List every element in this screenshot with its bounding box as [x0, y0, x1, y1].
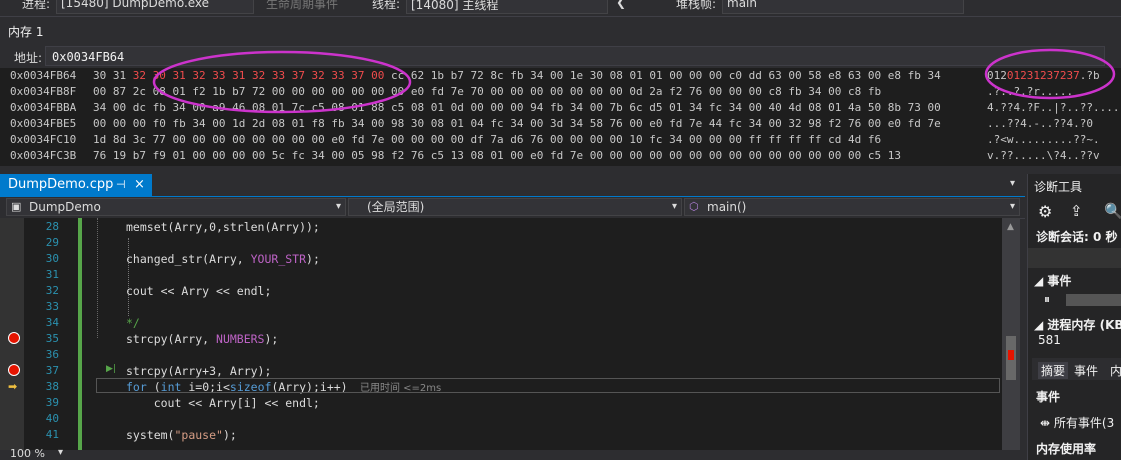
timeline-ruler: [1028, 248, 1121, 268]
events-icon: ⇼: [1040, 416, 1051, 430]
settings-icon[interactable]: ⚙: [1038, 202, 1052, 221]
current-line-highlight: [96, 378, 1000, 393]
tab-memory[interactable]: 内: [1110, 362, 1121, 379]
process-dropdown[interactable]: [15480] DumpDemo.exe: [56, 0, 254, 14]
scroll-up-icon[interactable]: ▲: [1007, 222, 1014, 232]
diagnostic-tools-title: 诊断工具: [1034, 180, 1083, 194]
events-timeline: [1066, 294, 1121, 306]
line-number: 28: [45, 220, 59, 233]
memory-usage-label: 内存使用率: [1036, 442, 1097, 456]
chevron-down-icon: ▾: [1009, 201, 1015, 212]
perf-tip: 已用时间 <=2ms: [360, 383, 442, 394]
export-icon[interactable]: ⇪: [1070, 202, 1083, 220]
memory-window-title: 内存 1: [8, 25, 44, 39]
line-number: 36: [45, 348, 59, 361]
process-label: 进程:: [22, 0, 51, 11]
stack-frame-dropdown[interactable]: main: [722, 0, 964, 14]
code-line[interactable]: cout << Arry[i] << endl;: [126, 396, 320, 410]
memory-row-bytes: 1d 8d 3c 77 00 00 00 00 00 00 00 00 e0 f…: [93, 133, 882, 146]
process-memory-header: ◢ 进程内存 (KB): [1034, 318, 1121, 332]
line-number: 32: [45, 284, 59, 297]
line-number: 34: [45, 316, 59, 329]
code-lines: 28 memset(Arry,0,strlen(Arry)); 29 30 change…: [0, 218, 1002, 450]
code-line[interactable]: strcpy(Arry+3, Arry);: [126, 364, 271, 378]
project-dropdown[interactable]: ▣ DumpDemo ▾: [6, 198, 346, 216]
document-tab-strip: DumpDemo.cpp ⊣ × ▾: [0, 174, 1025, 198]
breakpoint-marker: [1008, 350, 1014, 360]
chevron-down-icon: ▾: [335, 201, 341, 212]
thread-label: 线程:: [372, 0, 401, 11]
line-number: 37: [45, 364, 59, 377]
tab-overflow-icon[interactable]: ▾: [1010, 178, 1015, 189]
close-icon[interactable]: ×: [134, 174, 145, 196]
code-line[interactable]: changed_str(Arry, YOUR_STR);: [126, 252, 320, 266]
chevron-down-icon: ▾: [671, 201, 677, 212]
lifecycle-events-button[interactable]: 生命周期事件: [266, 0, 338, 12]
line-number: 31: [45, 268, 59, 281]
editor-status-bar: 100 % ▾: [0, 447, 1025, 460]
flag-thread-icon[interactable]: ❮: [616, 0, 626, 9]
current-statement-arrow-icon: ➡: [8, 380, 18, 393]
diagnostic-tabs: 摘要 事件 内: [1032, 358, 1121, 380]
line-number: 35: [45, 332, 59, 345]
vertical-scrollbar[interactable]: ▲: [1002, 218, 1020, 450]
memory-row-address: 0x0034FC10: [10, 133, 77, 146]
chevron-down-icon[interactable]: ▾: [58, 447, 63, 458]
line-number: 33: [45, 300, 59, 313]
stack-frame-label: 堆栈帧:: [676, 0, 717, 11]
code-line[interactable]: cout << Arry << endl;: [126, 284, 271, 298]
memory-row-ascii: v.??.....\?4..??v: [987, 149, 1100, 162]
pin-icon[interactable]: ⊣: [116, 174, 126, 196]
line-number: 29: [45, 236, 59, 249]
zoom-icon[interactable]: 🔍: [1104, 202, 1121, 220]
memory-row-address: 0x0034FC3B: [10, 149, 77, 162]
code-line[interactable]: strcpy(Arry, NUMBERS);: [126, 332, 278, 346]
thread-dropdown[interactable]: [14080] 主线程: [406, 0, 608, 14]
navigation-bar: ▣ DumpDemo ▾ (全局范围) ▾ ⬡ main() ▾: [0, 197, 1025, 219]
project-icon: ▣: [11, 200, 22, 213]
line-number: 41: [45, 428, 59, 441]
tab-events[interactable]: 事件: [1074, 362, 1098, 379]
line-number: 39: [45, 396, 59, 409]
process-memory-value: 581: [1038, 333, 1061, 347]
debug-location-toolbar: 进程: [15480] DumpDemo.exe 生命周期事件 线程: [140…: [0, 0, 1121, 17]
breakpoint-icon[interactable]: [8, 332, 20, 344]
scope-dropdown[interactable]: (全局范围) ▾: [348, 198, 682, 216]
code-line[interactable]: */: [126, 316, 140, 330]
memory-window-title-bar: 内存 1: [0, 18, 1121, 42]
function-dropdown[interactable]: ⬡ main() ▾: [684, 198, 1020, 216]
tab-dumpdemo-cpp[interactable]: DumpDemo.cpp ⊣ ×: [0, 174, 152, 196]
line-number: 40: [45, 412, 59, 425]
breakpoint-icon[interactable]: [8, 364, 20, 376]
annotation-ellipse-ascii: [984, 48, 1116, 100]
events-section-header: ◢ 事件: [1034, 274, 1072, 288]
annotation-ellipse-hex: [152, 50, 412, 114]
tab-summary[interactable]: 摘要: [1038, 362, 1069, 379]
all-events-item[interactable]: ⇼ 所有事件(3: [1040, 414, 1114, 431]
memory-row-ascii: .?<w.........??~.: [987, 133, 1100, 146]
run-to-click-icon[interactable]: ▶|: [106, 364, 116, 374]
code-line[interactable]: memset(Arry,0,strlen(Arry));: [126, 220, 320, 234]
diagnostic-session-label: 诊断会话: 0 秒: [1036, 230, 1118, 244]
pause-icon[interactable]: ⏸: [1044, 292, 1050, 307]
line-number: 38: [45, 380, 59, 393]
function-icon: ⬡: [689, 200, 699, 213]
code-line[interactable]: system("pause");: [126, 428, 237, 442]
memory-row-bytes: 76 19 b7 f9 01 00 00 00 00 5c fc 34 00 0…: [93, 149, 901, 162]
annotation-overlay: [152, 48, 1116, 114]
zoom-level[interactable]: 100 %: [10, 447, 45, 460]
events-label: 事件: [1036, 390, 1061, 404]
diagnostic-tools-panel: 诊断工具 ⚙ ⇪ 🔍 诊断会话: 0 秒 ◢ 事件 ⏸ ◢ 进程内存 (KB) …: [1027, 174, 1121, 460]
line-number: 30: [45, 252, 59, 265]
